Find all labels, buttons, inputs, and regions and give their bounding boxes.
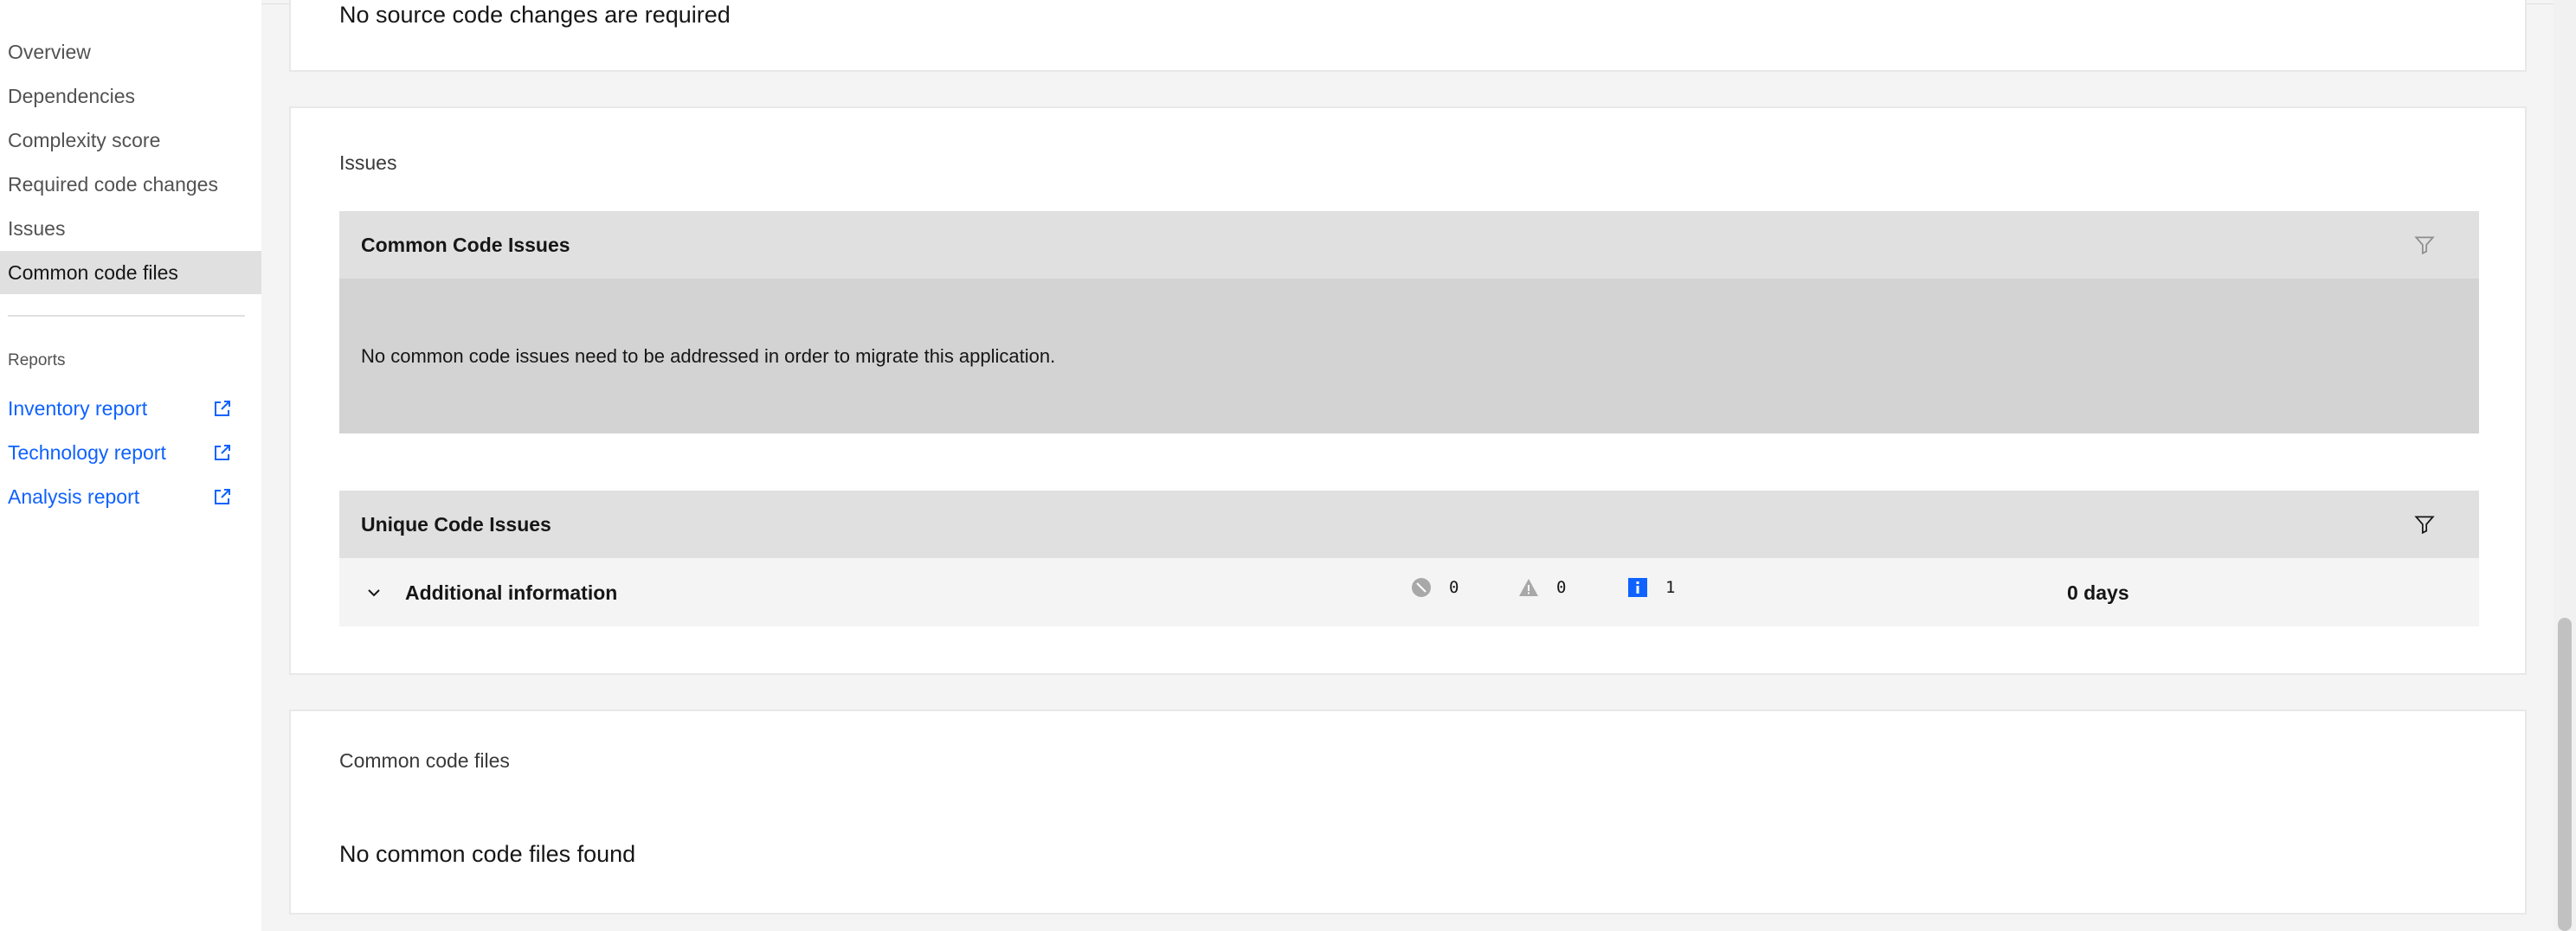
common-code-issues-header: Common Code Issues bbox=[339, 211, 2479, 279]
analysis-report-label: Analysis report bbox=[8, 485, 140, 508]
warning-count: 0 bbox=[1518, 577, 1566, 598]
sidebar-item-issues[interactable]: Issues bbox=[0, 207, 261, 250]
unique-code-issues-title: Unique Code Issues bbox=[361, 512, 551, 536]
analysis-report-link[interactable]: Analysis report bbox=[8, 479, 233, 514]
external-link-icon bbox=[215, 401, 230, 416]
issues-title: Issues bbox=[339, 151, 397, 174]
common-code-files-title: Common code files bbox=[339, 749, 510, 772]
inventory-report-label: Inventory report bbox=[8, 396, 148, 420]
sidebar-item-required-code-changes[interactable]: Required code changes bbox=[0, 163, 261, 206]
technology-report-label: Technology report bbox=[8, 440, 166, 464]
required-changes-message: No source code changes are required bbox=[339, 2, 731, 28]
common-code-issues-title: Common Code Issues bbox=[361, 233, 570, 256]
warning-count-value: 0 bbox=[1556, 578, 1567, 597]
common-issues-empty-message: No common code issues need to be address… bbox=[361, 344, 1056, 367]
chevron-down-icon[interactable] bbox=[364, 582, 384, 603]
required-code-changes-card: No source code changes are required bbox=[289, 0, 2527, 72]
common-code-issues-empty: No common code issues need to be address… bbox=[339, 279, 2479, 433]
info-count: 1 bbox=[1627, 577, 1675, 598]
sidebar-item-complexity-score[interactable]: Complexity score bbox=[0, 119, 261, 162]
external-link-icon bbox=[215, 489, 230, 504]
issue-category-label: Additional information bbox=[405, 581, 618, 604]
common-code-files-empty: No common code files found bbox=[339, 841, 636, 867]
warning-icon bbox=[1519, 579, 1538, 596]
critical-icon bbox=[1412, 578, 1431, 597]
sidebar-divider bbox=[8, 315, 245, 317]
reports-heading: Reports bbox=[8, 351, 66, 369]
scrollbar-thumb[interactable] bbox=[2558, 618, 2572, 931]
info-count-value: 1 bbox=[1665, 578, 1676, 597]
sidebar-item-dependencies[interactable]: Dependencies bbox=[0, 74, 261, 118]
critical-count: 0 bbox=[1411, 577, 1459, 598]
unique-code-issues-header: Unique Code Issues bbox=[339, 491, 2479, 558]
inventory-report-link[interactable]: Inventory report bbox=[8, 391, 233, 426]
critical-count-value: 0 bbox=[1449, 578, 1459, 597]
common-code-files-card: Common code files No common code files f… bbox=[289, 709, 2527, 915]
sidebar-item-common-code-files[interactable]: Common code files bbox=[0, 251, 261, 294]
filter-icon[interactable] bbox=[2413, 234, 2436, 256]
filter-icon[interactable] bbox=[2413, 513, 2436, 536]
sidebar-item-overview[interactable]: Overview bbox=[0, 30, 261, 74]
table-row[interactable]: Additional information 0 0 1 0 days bbox=[339, 558, 2479, 626]
issues-card: Issues Common Code Issues No common code… bbox=[289, 106, 2527, 675]
effort-estimate: 0 days bbox=[2067, 581, 2129, 604]
sidebar: Overview Dependencies Complexity score R… bbox=[0, 0, 261, 931]
info-icon bbox=[1628, 578, 1647, 597]
external-link-icon bbox=[215, 445, 230, 460]
technology-report-link[interactable]: Technology report bbox=[8, 435, 233, 470]
